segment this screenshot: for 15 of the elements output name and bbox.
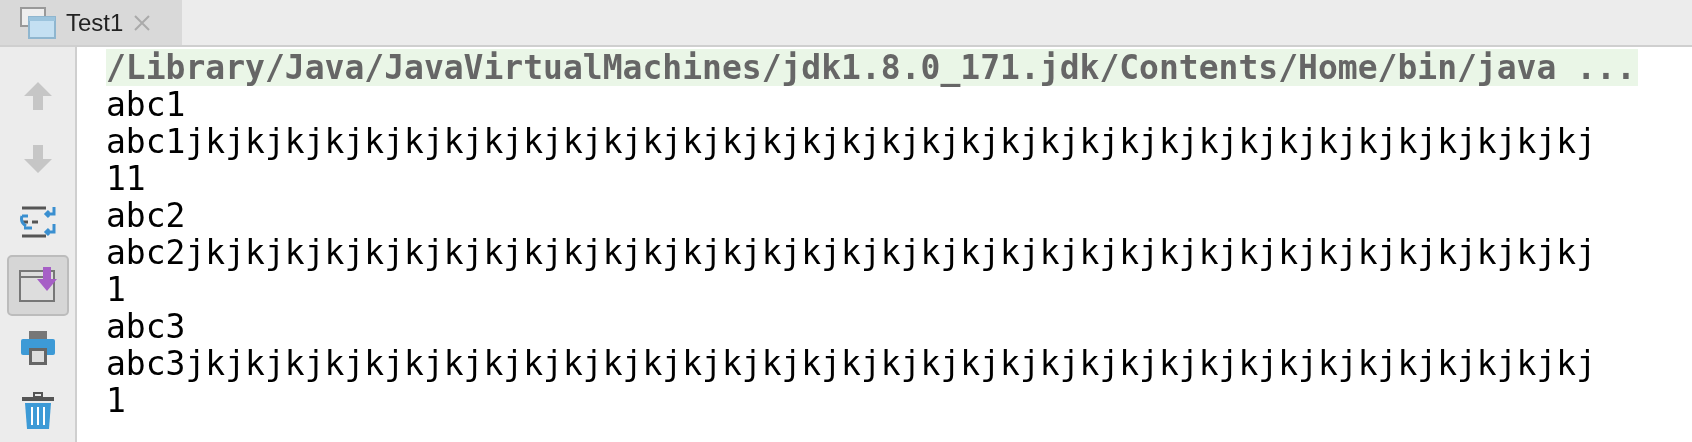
printer-icon: [19, 330, 56, 367]
scroll-to-end-button[interactable]: [6, 254, 69, 316]
scroll-to-end-icon: [18, 267, 57, 304]
output-line: abc3jkjkjkjkjkjkjkjkjkjkjkjkjkjkjkjkjkjkjkjkjkjkjkjkjkjkjkjkjkjkjkjkjkjkjkj: [106, 345, 1597, 382]
trash-icon: [20, 392, 55, 431]
output-line: abc1jkjkjkjkjkjkjkjkjkjkjkjkjkjkjkjkjkjkjkjkjkjkjkjkjkjkjkjkjkjkjkjkjkjkjkj: [106, 123, 1597, 160]
output-line: abc2jkjkjkjkjkjkjkjkjkjkjkjkjkjkjkjkjkjkjkjkjkjkjkjkjkjkjkjkjkjkjkjkjkjkjkj: [106, 234, 1597, 271]
output-line: 11: [106, 160, 146, 197]
output-line: 1: [106, 382, 126, 419]
output-line: abc3: [106, 308, 186, 345]
output-line: 1: [106, 271, 126, 308]
tab[interactable]: Test1: [0, 0, 182, 45]
window-icon: [20, 6, 56, 39]
output-line: abc1: [106, 86, 186, 123]
output-line: abc2: [106, 197, 186, 234]
